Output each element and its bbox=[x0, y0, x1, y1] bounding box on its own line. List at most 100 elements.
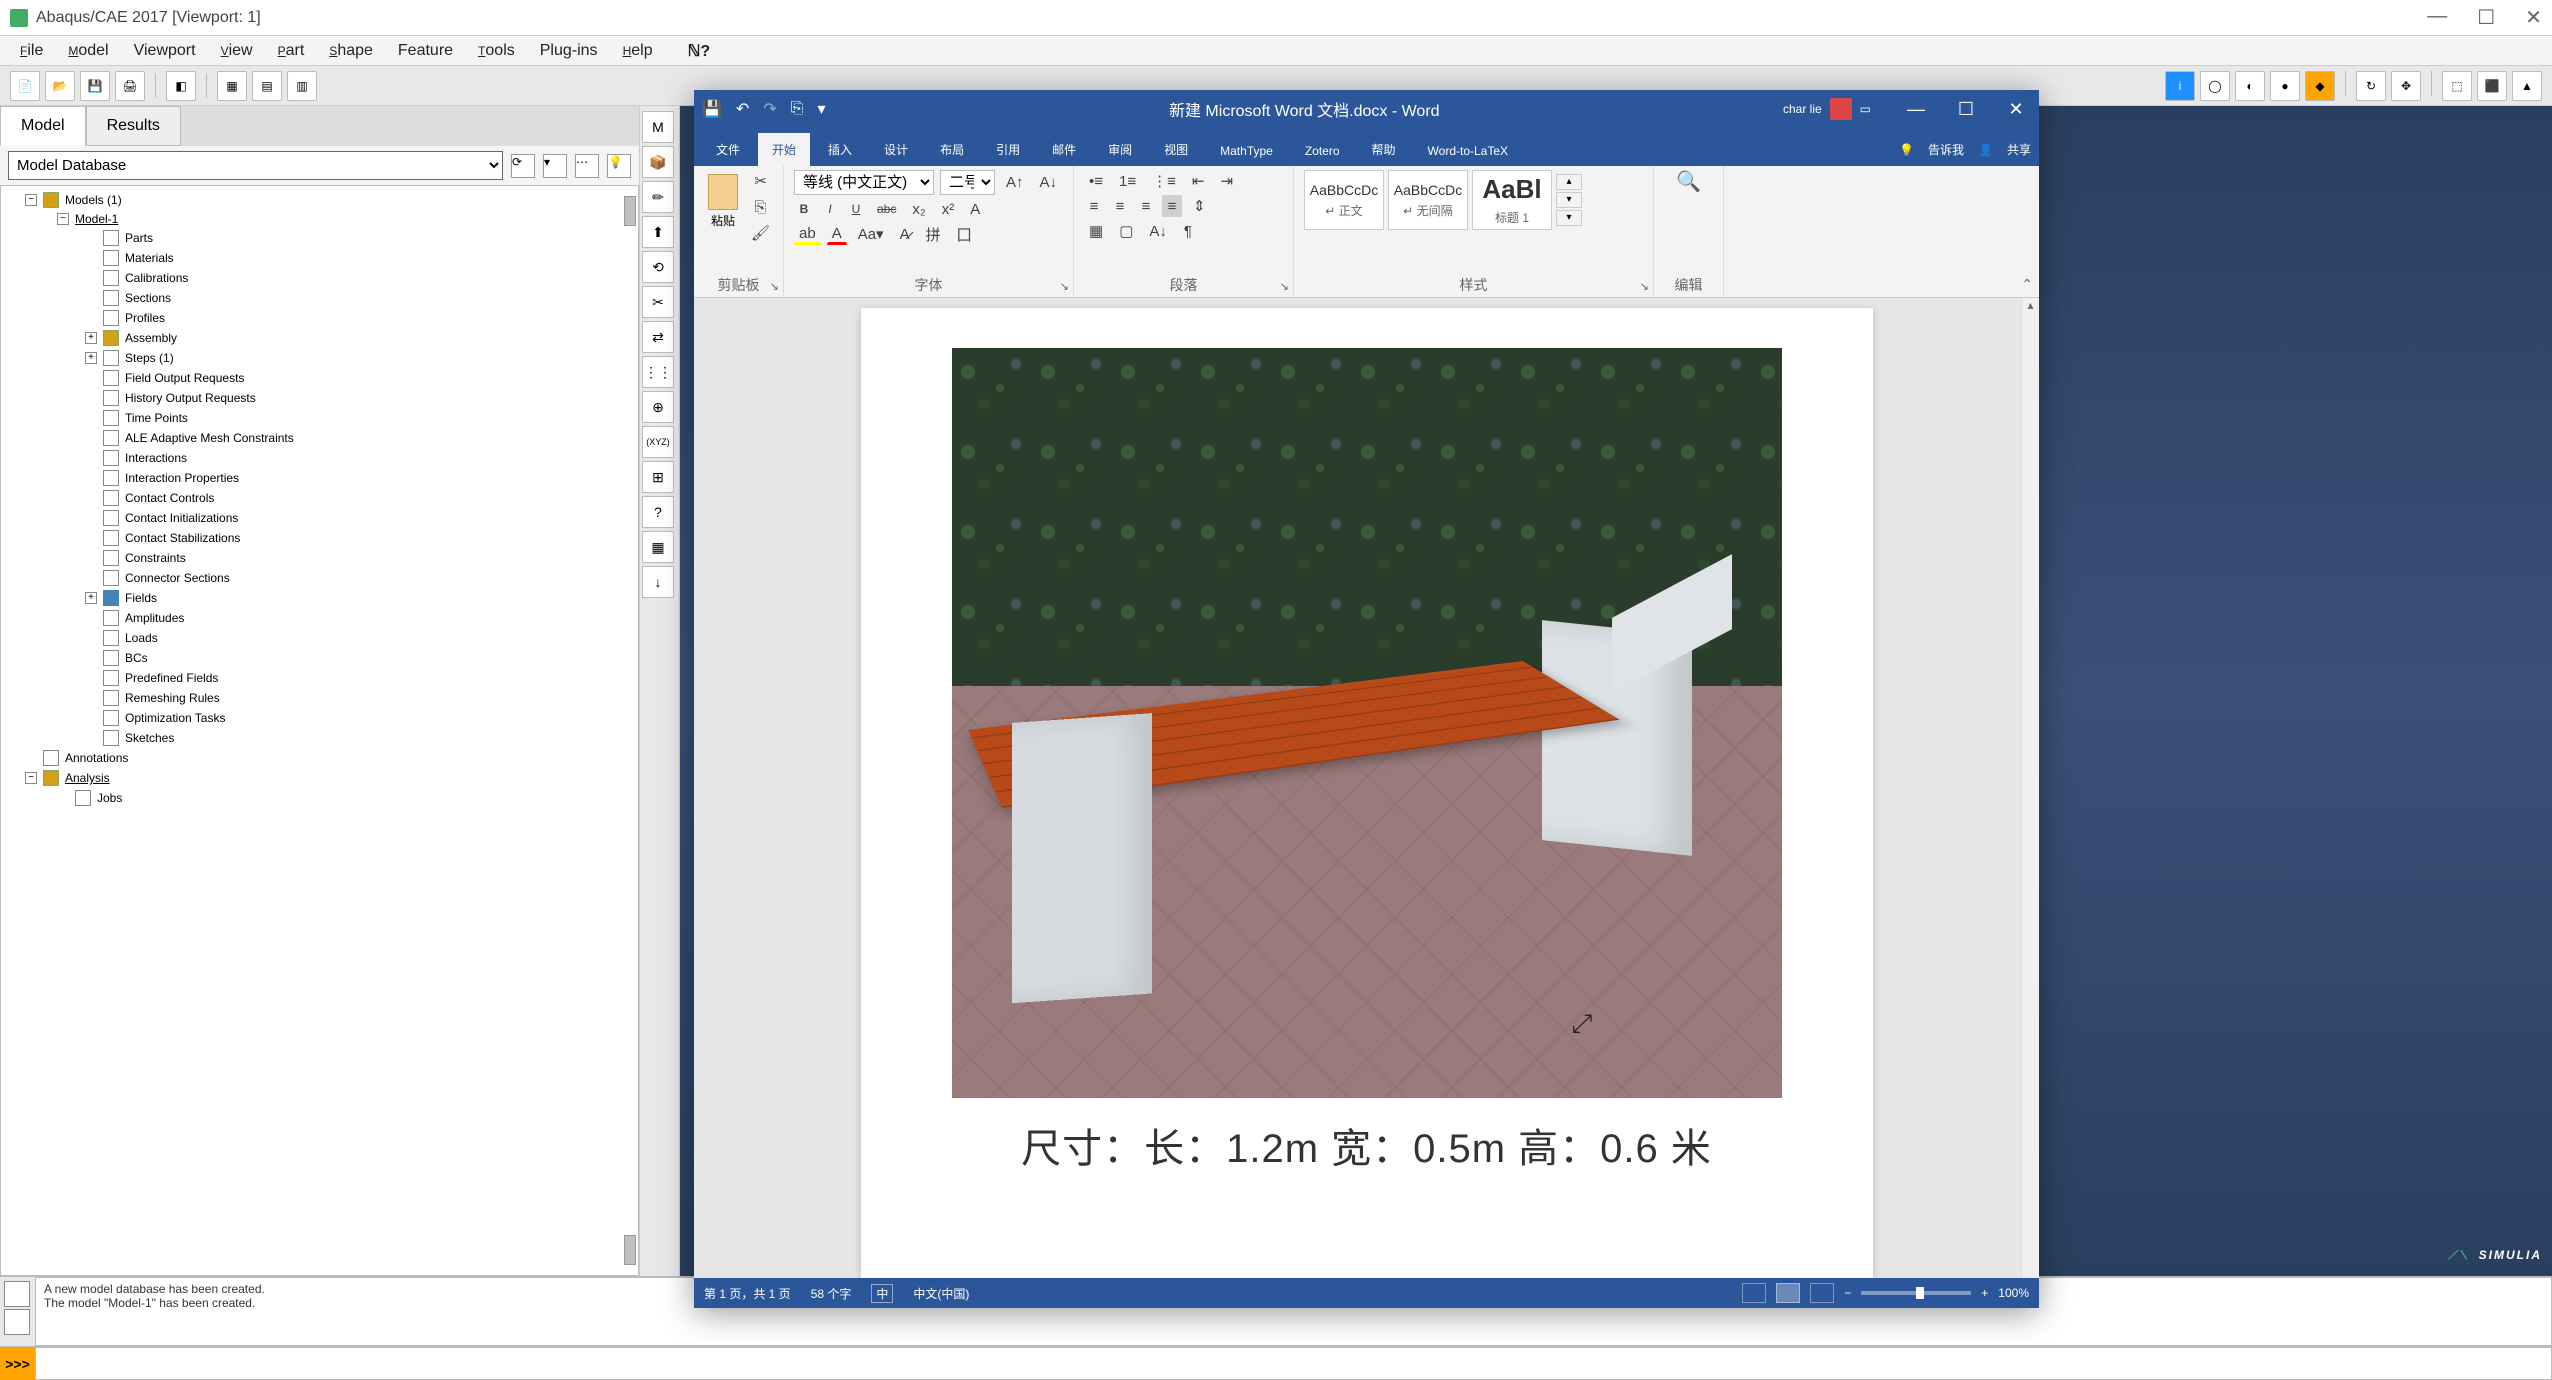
tree-contact-controls[interactable]: Contact Controls bbox=[125, 491, 214, 505]
align-center-icon[interactable]: ≡ bbox=[1110, 195, 1130, 217]
tree-remeshing[interactable]: Remeshing Rules bbox=[125, 691, 220, 705]
change-case-icon[interactable]: Aa▾ bbox=[853, 223, 889, 245]
styles-down-icon[interactable]: ▾ bbox=[1556, 192, 1582, 208]
tab-references[interactable]: 引用 bbox=[982, 133, 1034, 166]
underline-button[interactable]: U bbox=[846, 198, 866, 220]
tree-materials[interactable]: Materials bbox=[125, 251, 174, 265]
tree-contact-init[interactable]: Contact Initializations bbox=[125, 511, 238, 525]
tab-file[interactable]: 文件 bbox=[702, 133, 754, 166]
tree-profiles[interactable]: Profiles bbox=[125, 311, 165, 325]
load-tool-icon[interactable]: ↓ bbox=[642, 566, 674, 598]
indent-inc-icon[interactable]: ⇥ bbox=[1215, 170, 1238, 192]
xyz-tool-icon[interactable]: (XYZ) bbox=[642, 426, 674, 458]
grid3-icon[interactable]: ▥ bbox=[287, 71, 317, 101]
message-icon[interactable] bbox=[4, 1281, 30, 1307]
align-justify-icon[interactable]: ≡ bbox=[1162, 195, 1182, 217]
message-icon-2[interactable] bbox=[4, 1309, 30, 1335]
cube-icon[interactable]: ◧ bbox=[166, 71, 196, 101]
tree-opts-icon[interactable]: ⋯ bbox=[575, 154, 599, 178]
tree-constraints[interactable]: Constraints bbox=[125, 551, 186, 565]
ribbon-display-icon[interactable]: ▭ bbox=[1860, 102, 1871, 116]
tree-connector-sections[interactable]: Connector Sections bbox=[125, 571, 230, 585]
tree-annotations[interactable]: Annotations bbox=[65, 751, 128, 765]
render4-icon[interactable]: ◆ bbox=[2305, 71, 2335, 101]
tree-interaction-props[interactable]: Interaction Properties bbox=[125, 471, 239, 485]
tree-jobs[interactable]: Jobs bbox=[97, 791, 122, 805]
menu-plugins[interactable]: Plug-ins bbox=[540, 42, 598, 60]
tree-sections[interactable]: Sections bbox=[125, 291, 171, 305]
tree-sketches[interactable]: Sketches bbox=[125, 731, 174, 745]
tab-home[interactable]: 开始 bbox=[758, 133, 810, 166]
char-border-icon[interactable]: 囗 bbox=[952, 223, 977, 245]
paragraph-launcher-icon[interactable]: ↘ bbox=[1280, 280, 1289, 293]
align-left-icon[interactable]: ≡ bbox=[1084, 195, 1104, 217]
font-size-select[interactable]: 二号 bbox=[940, 170, 995, 195]
park-bench-image[interactable]: ⤢ bbox=[952, 348, 1782, 1098]
italic-button[interactable]: I bbox=[820, 198, 840, 220]
tree-field-output[interactable]: Field Output Requests bbox=[125, 371, 244, 385]
cut-icon[interactable]: ✂ bbox=[746, 170, 775, 192]
cli-input[interactable] bbox=[35, 1347, 2552, 1380]
indent-dec-icon[interactable]: ⇤ bbox=[1187, 170, 1210, 192]
zoom-out-button[interactable]: − bbox=[1844, 1286, 1851, 1300]
open-icon[interactable]: 📂 bbox=[45, 71, 75, 101]
grid2-icon[interactable]: ▤ bbox=[252, 71, 282, 101]
print-icon[interactable]: 🖨 bbox=[115, 71, 145, 101]
tab-word-to-latex[interactable]: Word-to-LaTeX bbox=[1414, 136, 1522, 166]
part-tool-icon[interactable]: 📦 bbox=[642, 146, 674, 178]
render1-icon[interactable]: ◯ bbox=[2200, 71, 2230, 101]
qat-customize-icon[interactable]: ▾ bbox=[818, 99, 826, 119]
style-heading-1[interactable]: AaBl 标题 1 bbox=[1472, 170, 1552, 230]
format-painter-icon[interactable]: 🖌 bbox=[746, 222, 775, 244]
menu-shape[interactable]: Shape bbox=[329, 42, 373, 60]
close-icon[interactable]: ✕ bbox=[2525, 5, 2542, 30]
strike-button[interactable]: abc bbox=[872, 198, 901, 220]
partition-tool-icon[interactable]: ⊞ bbox=[642, 461, 674, 493]
tab-mailings[interactable]: 邮件 bbox=[1038, 133, 1090, 166]
styles-more-icon[interactable]: ▾ bbox=[1556, 210, 1582, 226]
view-web-icon[interactable] bbox=[1810, 1283, 1834, 1303]
pan-icon[interactable]: ✥ bbox=[2391, 71, 2421, 101]
model-db-select[interactable]: Model Database bbox=[8, 151, 503, 180]
ribbon-collapse-icon[interactable]: ⌃ bbox=[2021, 276, 2033, 293]
subscript-icon[interactable]: x₂ bbox=[907, 198, 930, 220]
grid1-icon[interactable]: ▦ bbox=[217, 71, 247, 101]
tree-interactions[interactable]: Interactions bbox=[125, 451, 187, 465]
tab-help[interactable]: 帮助 bbox=[1358, 133, 1410, 166]
menu-view[interactable]: View bbox=[221, 42, 253, 60]
datum-tool-icon[interactable]: ⊕ bbox=[642, 391, 674, 423]
render2-icon[interactable]: ◐ bbox=[2235, 71, 2265, 101]
rotate-icon[interactable]: ↻ bbox=[2356, 71, 2386, 101]
zoom-slider[interactable] bbox=[1861, 1291, 1971, 1295]
tree-scrollbar[interactable] bbox=[624, 196, 636, 226]
font-name-select[interactable]: 等线 (中文正文) bbox=[794, 170, 934, 195]
style-normal[interactable]: AaBbCcDc ↵ 正文 bbox=[1304, 170, 1384, 230]
cli-prompt-icon[interactable]: >>> bbox=[0, 1347, 35, 1380]
tab-model[interactable]: Model bbox=[0, 106, 86, 146]
qat-undo-icon[interactable]: ↶ bbox=[736, 99, 749, 119]
copy-icon[interactable]: ⎘ bbox=[746, 196, 775, 218]
sort-icon[interactable]: A↓ bbox=[1144, 220, 1172, 242]
tree-optimization[interactable]: Optimization Tasks bbox=[125, 711, 225, 725]
menu-feature[interactable]: Feature bbox=[398, 42, 453, 60]
qat-save-icon[interactable]: 💾 bbox=[702, 99, 722, 119]
styles-up-icon[interactable]: ▴ bbox=[1556, 174, 1582, 190]
word-minimize-icon[interactable]: — bbox=[1901, 99, 1931, 120]
tab-mathtype[interactable]: MathType bbox=[1206, 136, 1287, 166]
tab-insert[interactable]: 插入 bbox=[814, 133, 866, 166]
tree-fields[interactable]: Fields bbox=[125, 591, 157, 605]
status-lang-icon[interactable]: 中 bbox=[871, 1284, 893, 1303]
tab-review[interactable]: 审阅 bbox=[1094, 133, 1146, 166]
borders-icon[interactable]: ▢ bbox=[1114, 220, 1138, 242]
superscript-icon[interactable]: x² bbox=[937, 198, 960, 220]
clipboard-launcher-icon[interactable]: ↘ bbox=[770, 280, 779, 293]
view2-icon[interactable]: ⬛ bbox=[2477, 71, 2507, 101]
font-color-icon[interactable]: A bbox=[827, 223, 847, 245]
highlight-icon[interactable]: ab bbox=[794, 223, 821, 245]
tree-amplitudes[interactable]: Amplitudes bbox=[125, 611, 184, 625]
tree-analysis[interactable]: Analysis bbox=[65, 771, 110, 785]
status-page[interactable]: 第 1 页，共 1 页 bbox=[704, 1285, 791, 1302]
status-lang[interactable]: 中文(中国) bbox=[913, 1285, 969, 1302]
sketch-tool-icon[interactable]: ✏ bbox=[642, 181, 674, 213]
tell-me-icon[interactable]: 💡 bbox=[1899, 143, 1914, 157]
